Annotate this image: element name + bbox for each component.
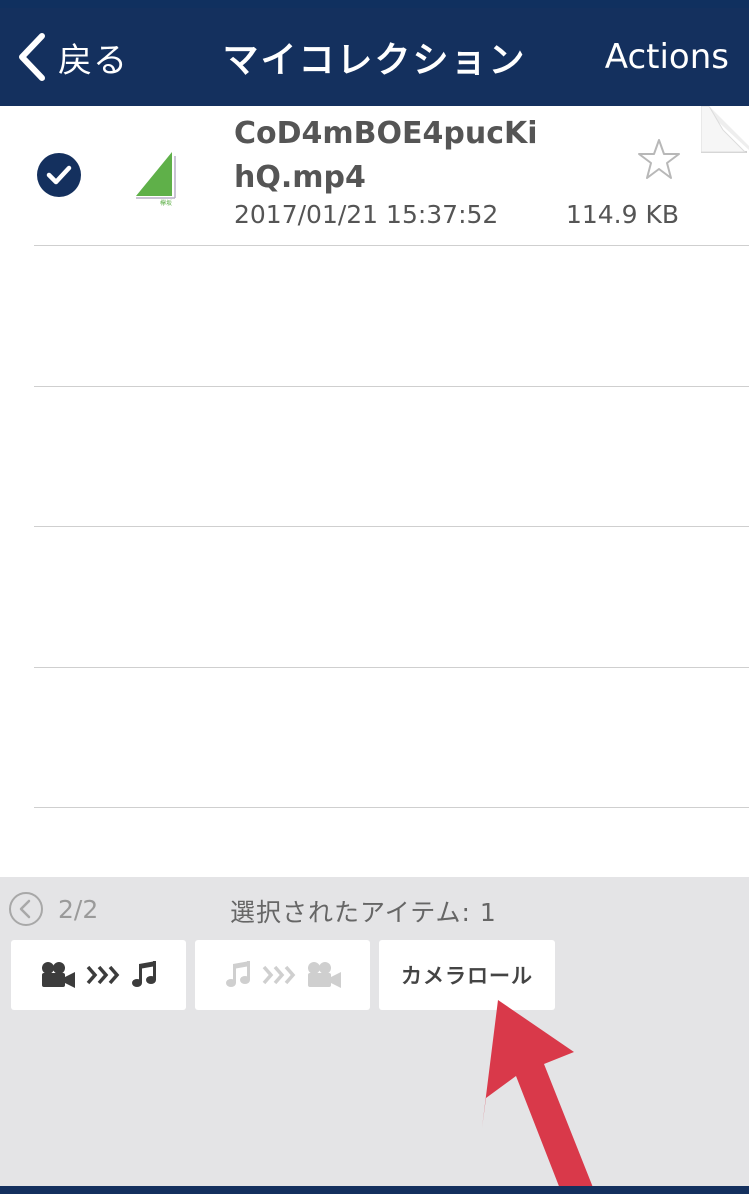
file-list: 欅坂 CoD4mBOE4pucKihQ.mp4 2017/01/21 15:37… [0,106,749,877]
page-indicator: 2/2 [58,894,99,924]
bottom-action-panel: 2/2 選択されたアイテム: 1 カメラロール [0,877,749,1186]
favorite-star-icon[interactable] [636,136,682,182]
selection-checkbox[interactable] [37,153,81,197]
page-curl-icon[interactable] [701,106,749,156]
green-triangle-logo-icon: 欅坂 [136,152,176,206]
thumbnail-caption: 欅坂 [160,199,172,206]
music-note-icon [131,961,156,987]
file-date: 2017/01/21 15:37:52 [234,200,499,229]
triple-chevron-right-icon [86,965,119,985]
row-divider [34,807,749,808]
circle-chevron-left-icon[interactable] [8,891,44,927]
row-divider [34,245,749,246]
actions-button[interactable]: Actions [605,8,729,106]
video-camera-icon [41,962,75,988]
row-divider [34,526,749,527]
pager: 2/2 [8,891,98,927]
file-name: CoD4mBOE4pucKihQ.mp4 [234,116,538,195]
video-camera-icon [307,962,341,988]
back-label: 戻る [58,40,128,81]
file-size: 114.9 KB [565,200,679,229]
checkmark-icon [46,165,72,185]
audio-to-video-button[interactable] [195,940,370,1010]
chevron-left-icon [19,33,45,81]
video-to-audio-button[interactable] [11,940,186,1010]
selected-items-label: 選択されたアイテム: 1 [230,898,497,927]
navigation-bar: 戻る マイコレクション Actions [0,8,749,106]
row-divider [34,386,749,387]
row-divider [34,667,749,668]
back-button[interactable]: 戻る [14,8,128,106]
music-note-icon [225,961,250,987]
annotation-arrow-icon [482,1000,594,1194]
file-row[interactable]: 欅坂 CoD4mBOE4pucKihQ.mp4 2017/01/21 15:37… [0,106,749,246]
triple-chevron-right-icon [262,965,295,985]
status-strip [0,0,749,8]
bottom-bar [0,1186,749,1194]
